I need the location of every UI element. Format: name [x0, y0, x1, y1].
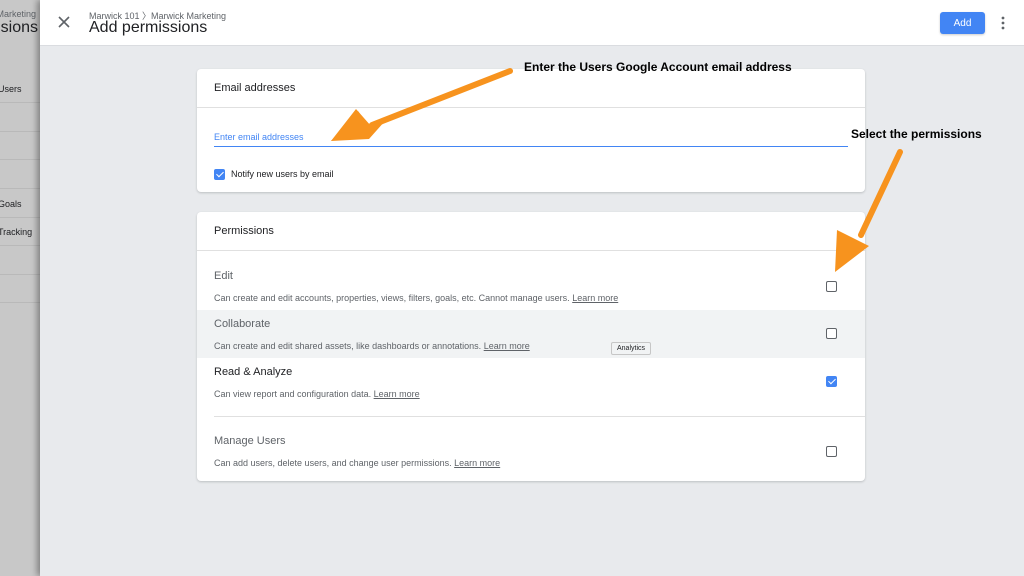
permission-row-manage-users: Manage Users Can add users, delete users… — [197, 424, 865, 476]
permission-description: Can create and edit accounts, properties… — [214, 293, 619, 303]
background-nav-item[interactable] — [0, 274, 40, 303]
permission-name: Manage Users — [214, 435, 286, 447]
background-nav-item[interactable] — [0, 103, 40, 132]
analytics-tooltip: Analytics — [611, 342, 652, 355]
background-nav-item-goals[interactable]: Goals — [0, 189, 40, 218]
permission-description: Can create and edit shared assets, like … — [214, 341, 530, 351]
panel-header: Marwick 101 〉Marwick Marketing Add permi… — [40, 0, 1024, 46]
more-options-button[interactable] — [998, 13, 1008, 33]
permission-description: Can add users, delete users, and change … — [214, 458, 501, 468]
divider — [214, 416, 865, 417]
email-instruction-annotation: Enter the Users Google Account email add… — [524, 60, 792, 74]
page-title: Add permissions — [89, 19, 208, 36]
background-title: Permissions — [0, 19, 38, 36]
learn-more-link[interactable]: Learn more — [454, 458, 500, 468]
add-button[interactable]: Add — [940, 12, 985, 34]
background-page: Marketing Permissions Users Goals Tracki… — [0, 0, 40, 576]
permissions-instruction-annotation: Select the permissions — [851, 127, 982, 141]
collaborate-checkbox[interactable] — [826, 328, 837, 339]
background-breadcrumb: Marketing — [0, 9, 36, 19]
email-input[interactable] — [214, 128, 848, 147]
notify-checkbox-row[interactable]: Notify new users by email — [214, 167, 334, 181]
edit-checkbox[interactable] — [826, 281, 837, 292]
close-icon — [58, 16, 70, 28]
background-nav-item[interactable] — [0, 246, 40, 275]
more-vert-icon — [1001, 16, 1005, 30]
permission-row-read-analyze: Read & Analyze Can view report and confi… — [197, 358, 865, 414]
email-addresses-card: Email addresses Notify new users by emai… — [197, 69, 865, 192]
read-analyze-checkbox[interactable] — [826, 376, 837, 387]
background-nav-item[interactable] — [0, 131, 40, 160]
permissions-card: Permissions Edit Can create and edit acc… — [197, 212, 865, 481]
learn-more-link[interactable]: Learn more — [374, 389, 420, 399]
email-card-header: Email addresses — [197, 69, 865, 108]
background-nav-item[interactable] — [0, 160, 40, 189]
permission-name: Collaborate — [214, 318, 271, 330]
learn-more-link[interactable]: Learn more — [484, 341, 530, 351]
permissions-card-title: Permissions — [214, 225, 274, 237]
close-button[interactable] — [54, 12, 74, 32]
notify-label: Notify new users by email — [231, 169, 334, 179]
manage-users-checkbox[interactable] — [826, 446, 837, 457]
notify-checkbox[interactable] — [214, 168, 225, 180]
add-permissions-panel: Marwick 101 〉Marwick Marketing Add permi… — [40, 0, 1024, 576]
email-card-title: Email addresses — [214, 82, 296, 94]
permission-name: Edit — [214, 270, 233, 282]
permission-row-collaborate: Collaborate Can create and edit shared a… — [197, 310, 865, 358]
permission-name: Read & Analyze — [214, 366, 293, 378]
permission-description: Can view report and configuration data. … — [214, 389, 420, 399]
permissions-card-header: Permissions — [197, 212, 865, 251]
background-nav-item-tracking[interactable]: Tracking — [0, 217, 40, 246]
permission-row-edit: Edit Can create and edit accounts, prope… — [197, 262, 865, 310]
background-nav-item-users[interactable]: Users — [0, 74, 40, 103]
learn-more-link[interactable]: Learn more — [572, 293, 618, 303]
